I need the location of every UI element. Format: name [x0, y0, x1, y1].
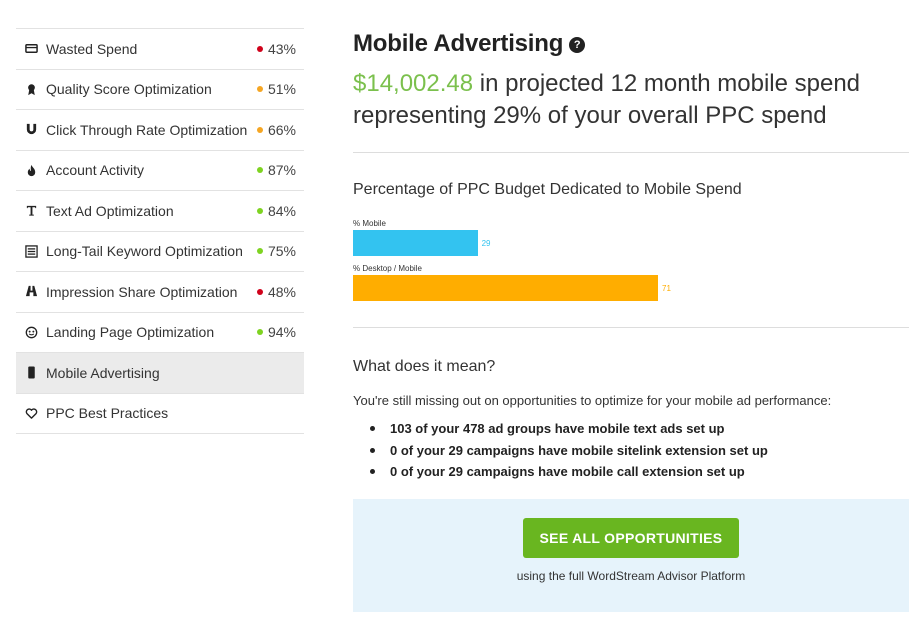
meaning-text: You're still missing out on opportunitie… [353, 393, 832, 408]
magnet-icon [24, 123, 38, 137]
sidebar-item-label: Click Through Rate Optimization [46, 121, 248, 138]
sidebar-item-label: Account Activity [46, 162, 145, 179]
sidebar-item-impression-share-optimization[interactable]: Impression Share Optimization 48% [16, 272, 304, 313]
sidebar-item-label: Long-Tail Keyword Optimization [46, 243, 243, 260]
budget-chart: % Mobile 29 % Desktop / Mobile 71 [353, 219, 909, 301]
mobile-icon [24, 366, 38, 380]
globe-icon [24, 325, 38, 339]
binoculars-icon [24, 285, 38, 299]
bar-row: 29 [353, 230, 909, 256]
sidebar-item-label: Landing Page Optimization [46, 324, 215, 341]
divider [353, 327, 909, 328]
bullet-icon [370, 469, 375, 475]
score-badge: 94% [256, 324, 296, 341]
score-badge: 87% [256, 162, 296, 179]
bar-mark [353, 275, 658, 301]
sidebar-item-label: PPC Best Practices [46, 405, 169, 422]
score-value: 66% [267, 121, 296, 138]
cta-subtext: using the full WordStream Advisor Platfo… [516, 569, 746, 583]
ribbon-icon [24, 82, 38, 96]
list-item-text: 103 of your 478 ad groups have mobile te… [390, 421, 725, 437]
score-value: 43% [267, 40, 296, 57]
divider [353, 152, 909, 153]
sidebar-item-long-tail-keyword-optimization[interactable]: Long-Tail Keyword Optimization 75% [16, 232, 304, 272]
status-dot [256, 167, 263, 174]
status-dot [256, 329, 263, 336]
sidebar-item-landing-page-optimization[interactable]: Landing Page Optimization 94% [16, 313, 304, 353]
list-item: 0 of your 29 campaigns have mobile call … [370, 461, 909, 483]
sidebar-item-label: Text Ad Optimization [46, 202, 174, 219]
sidebar-item-click-through-rate-optimization[interactable]: Click Through Rate Optimization 66% [16, 110, 304, 151]
bar-mark [353, 230, 478, 256]
bar-value-label: 29 [481, 238, 491, 248]
mobile-spend-amount: $14,002.48 [353, 70, 474, 97]
score-value: 87% [267, 162, 296, 179]
sidebar-item-account-activity[interactable]: Account Activity 87% [16, 151, 304, 191]
score-badge: 66% [256, 121, 296, 138]
score-badge: 84% [256, 202, 296, 219]
list-item: 0 of your 29 campaigns have mobile sitel… [370, 440, 909, 462]
bullet-icon [370, 447, 375, 453]
page-title: Mobile Advertising [353, 30, 564, 57]
status-dot [256, 207, 263, 214]
bullet-icon [370, 426, 375, 432]
score-badge: 43% [256, 40, 296, 57]
status-dot [256, 45, 263, 52]
sidebar-item-label: Mobile Advertising [46, 364, 160, 381]
status-dot [256, 248, 263, 255]
status-dot [256, 126, 263, 133]
list-item: 103 of your 478 ad groups have mobile te… [370, 418, 909, 440]
meaning-title: What does it mean? [353, 358, 496, 375]
score-value: 48% [267, 283, 296, 300]
sidebar-item-text-ad-optimization[interactable]: Text Ad Optimization 84% [16, 191, 304, 232]
sidebar-item-label: Quality Score Optimization [46, 81, 212, 98]
score-value: 75% [267, 243, 296, 260]
status-dot [256, 288, 263, 295]
status-dot [256, 86, 263, 93]
sidebar-item-mobile-advertising[interactable]: Mobile Advertising [16, 353, 304, 394]
bar-label: % Desktop / Mobile [353, 264, 422, 273]
title-row: Mobile Advertising ? [353, 28, 909, 60]
score-value: 84% [267, 202, 296, 219]
score-badge: 75% [256, 243, 296, 260]
bar-row: 71 [353, 275, 909, 301]
bar-label: % Mobile [353, 219, 386, 228]
score-badge: 51% [256, 81, 296, 98]
text-icon [24, 204, 38, 218]
wallet-icon [24, 42, 38, 56]
list-item-text: 0 of your 29 campaigns have mobile call … [390, 464, 745, 480]
list-item-text: 0 of your 29 campaigns have mobile sitel… [390, 442, 768, 458]
score-value: 51% [267, 81, 296, 98]
sidebar-nav: Wasted Spend 43% Quality Score Optimizatio… [16, 28, 304, 434]
see-all-opportunities-button[interactable]: SEE ALL OPPORTUNITIES [523, 518, 739, 558]
cta-box: SEE ALL OPPORTUNITIES using the full Wor… [353, 499, 909, 612]
flame-icon [24, 163, 38, 177]
sidebar-item-ppc-best-practices[interactable]: PPC Best Practices [16, 394, 304, 434]
bar-group: % Desktop / Mobile 71 [353, 264, 909, 301]
sidebar-item-quality-score-optimization[interactable]: Quality Score Optimization 51% [16, 70, 304, 110]
main-panel: Mobile Advertising ? $14,002.48 in proje… [353, 28, 909, 612]
chart-title: Percentage of PPC Budget Dedicated to Mo… [353, 181, 742, 198]
score-badge: 48% [256, 283, 296, 300]
summary-text: $14,002.48 in projected 12 month mobile … [353, 68, 909, 132]
help-icon[interactable]: ? [569, 37, 586, 53]
score-value: 94% [267, 324, 296, 341]
heart-icon [24, 406, 38, 420]
sidebar-item-label: Wasted Spend [46, 40, 138, 57]
bar-value-label: 71 [662, 283, 671, 293]
sidebar-item-wasted-spend[interactable]: Wasted Spend 43% [16, 29, 304, 70]
bar-group: % Mobile 29 [353, 219, 909, 256]
opportunity-list: 103 of your 478 ad groups have mobile te… [370, 418, 909, 483]
sidebar-item-label: Impression Share Optimization [46, 283, 238, 300]
list-icon [24, 244, 38, 258]
